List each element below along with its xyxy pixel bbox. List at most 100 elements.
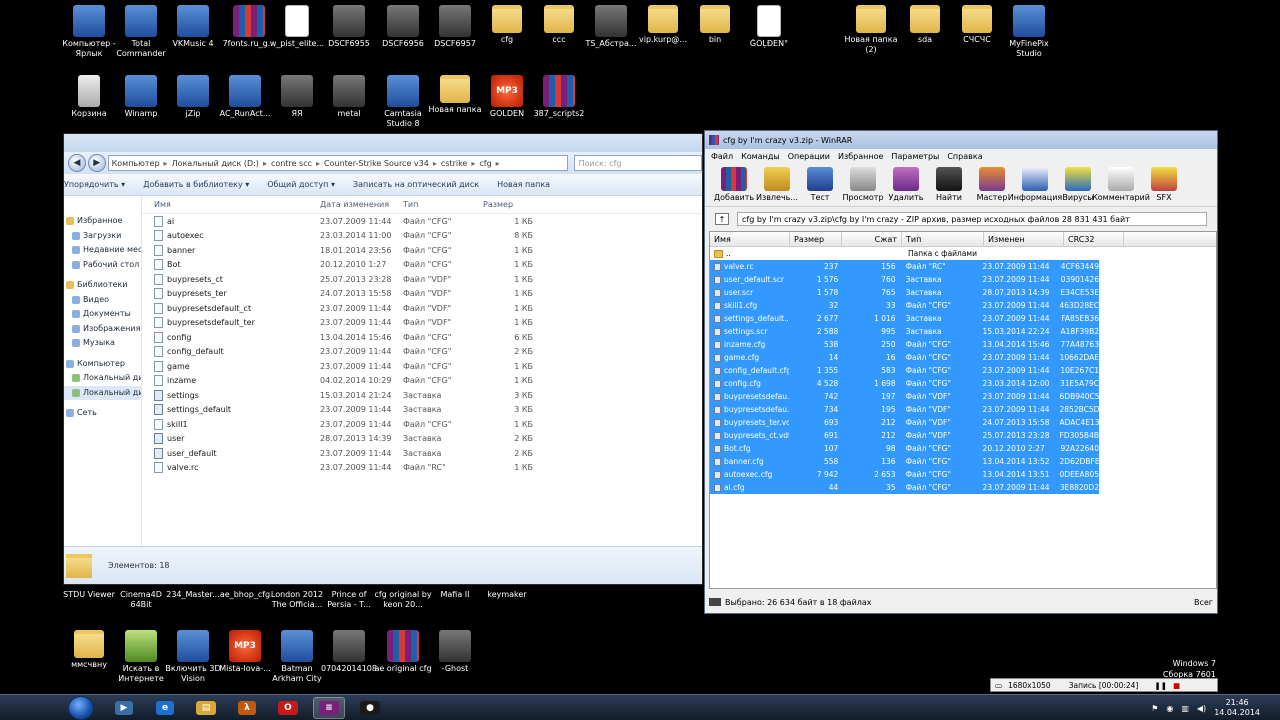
menu-item[interactable]: Избранное [838, 152, 883, 161]
file-row[interactable]: buypresets_ter 24.07.2013 15:58 Файл "VDF"… [142, 287, 702, 302]
column-date[interactable]: Дата изменения [320, 200, 403, 209]
taskbar-internet-explorer[interactable]: e [149, 697, 181, 719]
taskbar-half-life[interactable]: λ [231, 697, 263, 719]
nav-item[interactable]: Рабочий стол [64, 258, 141, 273]
desktop-icon[interactable]: Cinema4D 64Bit [112, 590, 170, 610]
desktop-icon[interactable]: Новая папка [426, 75, 484, 115]
desktop-icon[interactable]: ae original cfg [374, 630, 432, 674]
nav-item[interactable]: Загрузки [64, 229, 141, 244]
archive-row[interactable]: user.scr 1 578 765 Заставка 28.07.2013 14:39… [710, 286, 1099, 299]
winrar-toolbar-button[interactable]: Найти [928, 167, 970, 206]
nav-item[interactable]: Документы [64, 307, 141, 322]
file-row[interactable]: autoexec 23.03.2014 11:00 Файл "CFG" 8 КБ [142, 229, 702, 244]
archive-row[interactable]: buypresetsdefau... 742 197 Файл "VDF" 23.07.… [710, 390, 1099, 403]
desktop-icon[interactable]: TS_Абстра... [582, 5, 640, 49]
desktop-icon[interactable]: 234_Master... [164, 590, 222, 600]
archive-row[interactable]: Bot.cfg 107 98 Файл "CFG" 20.12.2010 2:27 92A… [710, 442, 1099, 455]
camera-icon[interactable]: ◉ [1166, 704, 1173, 713]
breadcrumb-chevron-icon[interactable]: ▸ [263, 159, 267, 168]
desktop-icon[interactable]: keymaker [478, 590, 536, 600]
desktop-icon[interactable]: Batman Arkham City [268, 630, 326, 684]
desktop-icon[interactable]: ĞÖĻĐEN° [740, 5, 798, 49]
archive-row[interactable]: buypresets_ct.vdf 691 212 Файл "VDF" 25.07.2… [710, 429, 1099, 442]
archive-row[interactable]: config_default.cfg 1 355 583 Файл "CFG" 23.0… [710, 364, 1099, 377]
screen-recorder-bar[interactable]: ▭ 1680x1050 Запись [00:00:24] ❚❚ ■ [990, 678, 1218, 692]
breadcrumb-segment[interactable]: Компьютер [112, 159, 160, 168]
explorer-titlebar[interactable] [64, 134, 702, 152]
column-name[interactable]: Имя [142, 200, 320, 209]
desktop-icon[interactable]: DSCF6955 [320, 5, 378, 49]
desktop-icon[interactable]: ccc [530, 5, 588, 45]
breadcrumb-segment[interactable]: cfg [479, 159, 491, 168]
desktop-icon[interactable]: STDU Viewer [60, 590, 118, 600]
start-button[interactable] [68, 695, 94, 720]
archive-row[interactable]: settings_default.... 2 677 1 016 Заставка 23… [710, 312, 1099, 325]
file-row[interactable]: inzame 04.02.2014 10:29 Файл "CFG" 1 КБ [142, 374, 702, 389]
nav-item[interactable]: Компьютер [64, 357, 141, 372]
desktop-icon[interactable]: СЧСЧС [948, 5, 1006, 45]
breadcrumb-chevron-icon[interactable]: ▸ [433, 159, 437, 168]
column-type[interactable]: Тип [403, 200, 483, 209]
desktop-icon[interactable]: DSCF6956 [374, 5, 432, 49]
desktop-icon[interactable]: cfg original by keon 20... [374, 590, 432, 610]
menu-item[interactable]: Справка [947, 152, 982, 161]
breadcrumb-segment[interactable]: contre scc [271, 159, 312, 168]
file-row[interactable]: buypresets_ct 25.07.2013 23:28 Файл "VDF" 1… [142, 272, 702, 287]
taskbar-opera[interactable]: O [272, 697, 304, 719]
desktop-icon[interactable]: jZip [164, 75, 222, 119]
winrar-toolbar-button[interactable]: Информация [1008, 167, 1062, 206]
desktop-icon[interactable]: Искать в Интернете [112, 630, 170, 684]
desktop-icon[interactable]: Total Commander [112, 5, 170, 59]
desktop-icon[interactable]: vip.kurp@... [634, 5, 692, 45]
toolbar-button[interactable]: Добавить в библиотеку ▾ [143, 180, 249, 189]
column-name[interactable]: Имя [710, 232, 790, 246]
pause-icon[interactable]: ❚❚ [1154, 681, 1167, 690]
winrar-titlebar[interactable]: cfg by I'm crazy v3.zip - WinRAR [705, 131, 1217, 149]
file-row[interactable]: buypresetsdefault_ter 23.07.2009 11:44 Фай… [142, 316, 702, 331]
file-row[interactable]: user_default 23.07.2009 11:44 Заставка 2 КБ [142, 446, 702, 461]
desktop-icon[interactable]: ЯЯ [268, 75, 326, 119]
menu-item[interactable]: Параметры [891, 152, 939, 161]
address-field[interactable]: Компьютер ▸ Локальный диск (D:) ▸ contre scc… [107, 155, 568, 171]
column-packed[interactable]: Сжат [842, 232, 902, 246]
file-row[interactable]: banner 18.01.2014 23:56 Файл "CFG" 1 КБ [142, 243, 702, 258]
taskbar-explorer[interactable]: ▤ [190, 697, 222, 719]
desktop-icon[interactable]: Новая папка (2) [842, 5, 900, 55]
winrar-toolbar-button[interactable]: Добавить [713, 167, 755, 206]
archive-row[interactable]: user_default.scr 1 576 760 Заставка 23.07.20… [710, 273, 1099, 286]
breadcrumb-segment[interactable]: cstrike [441, 159, 467, 168]
nav-item[interactable]: Изображения [64, 322, 141, 337]
winrar-toolbar-button[interactable]: Мастер [971, 167, 1013, 206]
archive-row[interactable]: skill1.cfg 32 33 Файл "CFG" 23.07.2009 11:44… [710, 299, 1099, 312]
desktop-icon[interactable]: Camtasia Studio 8 [374, 75, 432, 129]
archive-row[interactable]: game.cfg 14 16 Файл "CFG" 23.07.2009 11:44 10… [710, 351, 1099, 364]
desktop-icon[interactable]: Mafia II [426, 590, 484, 600]
nav-item[interactable]: Локальный ди [64, 371, 141, 386]
menu-item[interactable]: Команды [741, 152, 780, 161]
desktop-icon[interactable]: ммсчвну [60, 630, 118, 670]
archive-path[interactable]: cfg by I'm crazy v3.zip\cfg by I'm crazy… [737, 212, 1207, 226]
archive-row[interactable]: config.cfg 4 528 1 698 Файл "CFG" 23.03.2014… [710, 377, 1099, 390]
archive-row[interactable]: autoexec.cfg 7 942 2 653 Файл "CFG" 13.04.20… [710, 468, 1099, 481]
file-row[interactable]: Bot 20.12.2010 1:27 Файл "CFG" 1 КБ [142, 258, 702, 273]
nav-item[interactable]: Библиотеки [64, 278, 141, 293]
desktop-icon[interactable]: London 2012 The Officia... [268, 590, 326, 610]
parent-folder-row[interactable]: .. Папка с файлами [710, 247, 1216, 260]
file-row[interactable]: user 28.07.2013 14:39 Заставка 2 КБ [142, 432, 702, 447]
winrar-toolbar-button[interactable]: Комментарий [1092, 167, 1150, 206]
file-row[interactable]: config 13.04.2014 15:46 Файл "CFG" 6 КБ [142, 330, 702, 345]
winrar-toolbar-button[interactable]: Извлечь... [756, 167, 798, 206]
file-row[interactable]: settings 15.03.2014 21:24 Заставка 3 КБ [142, 388, 702, 403]
search-input[interactable]: Поиск: cfg [573, 155, 702, 171]
toolbar-button[interactable]: Записать на оптический диск [353, 180, 479, 189]
clock[interactable]: 21:46 14.04.2014 [1214, 698, 1260, 718]
file-row[interactable]: ai 23.07.2009 11:44 Файл "CFG" 1 КБ [142, 214, 702, 229]
nav-item[interactable]: Недавние мес [64, 243, 141, 258]
winrar-toolbar-button[interactable]: Удалить [885, 167, 927, 206]
archive-row[interactable]: settings.scr 2 588 995 Заставка 15.03.2014 2… [710, 325, 1099, 338]
column-size[interactable]: Размер [790, 232, 842, 246]
nav-item[interactable]: Видео [64, 293, 141, 308]
nav-item[interactable]: Локальный ди [64, 385, 141, 400]
menu-item[interactable]: Файл [711, 152, 733, 161]
desktop-icon[interactable]: bin [686, 5, 744, 45]
